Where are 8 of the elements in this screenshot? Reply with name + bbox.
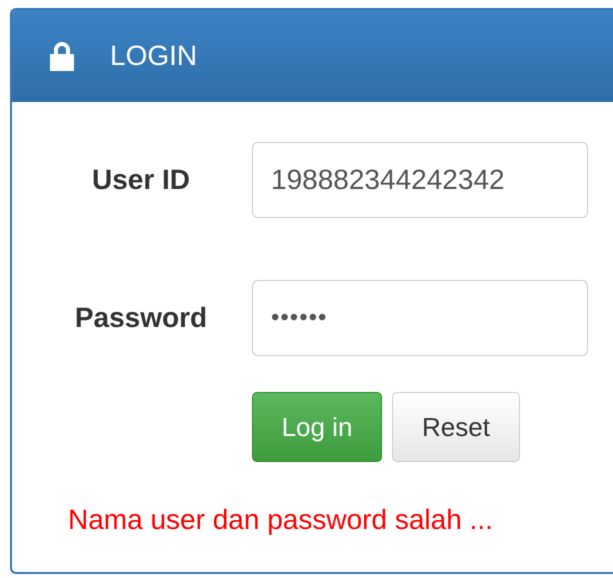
lock-icon (48, 41, 76, 71)
field-label: Password (74, 302, 208, 334)
error-message: Nama user dan password salah ... (68, 504, 494, 536)
panel-title: LOGIN (110, 40, 198, 72)
reset-button[interactable]: Reset (392, 392, 520, 462)
field-label: User ID (90, 164, 192, 196)
user-id-field[interactable]: 198882344242342 (252, 142, 588, 218)
password-field[interactable]: •••••• (252, 280, 588, 356)
